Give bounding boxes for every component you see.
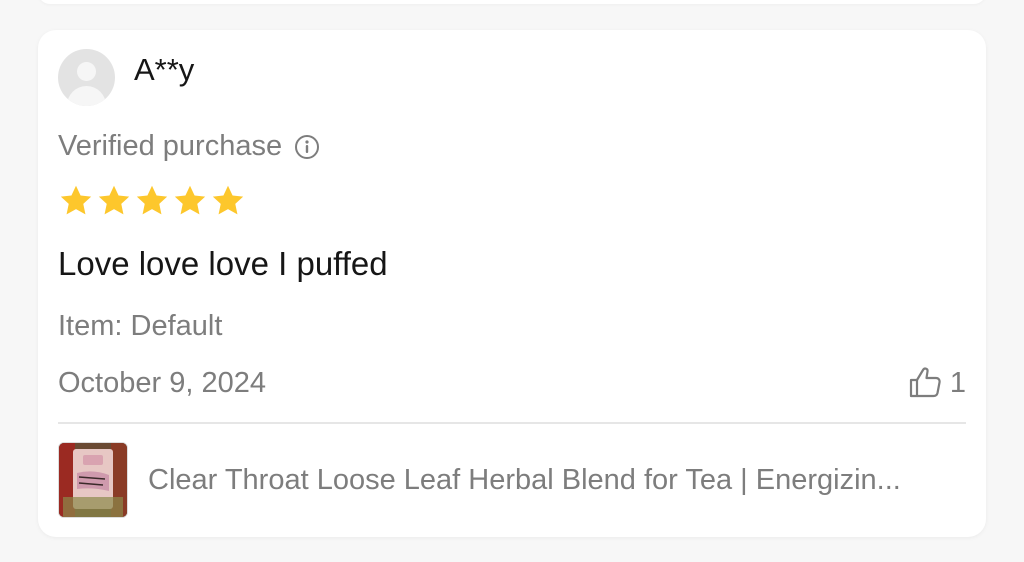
review-card: A**y Verified purchase Love love love I … xyxy=(38,30,986,537)
verified-purchase: Verified purchase xyxy=(58,128,320,164)
star-icon xyxy=(96,183,132,219)
star-icon xyxy=(210,183,246,219)
star-icon xyxy=(58,183,94,219)
avatar-head-shape xyxy=(77,62,96,81)
info-icon[interactable] xyxy=(294,133,320,159)
like-count: 1 xyxy=(949,367,966,399)
verified-purchase-label: Verified purchase xyxy=(58,130,283,162)
product-link[interactable]: Clear Throat Loose Leaf Herbal Blend for… xyxy=(58,442,966,518)
product-title[interactable]: Clear Throat Loose Leaf Herbal Blend for… xyxy=(148,462,966,498)
review-text: Love love love I puffed xyxy=(58,245,388,282)
item-variant: Item: Default xyxy=(58,310,223,342)
avatar[interactable] xyxy=(58,49,115,106)
thumbs-up-icon[interactable] xyxy=(906,364,944,402)
star-icon xyxy=(134,183,170,219)
like-button[interactable]: 1 xyxy=(906,364,966,402)
reviewer-name: A**y xyxy=(134,52,195,87)
star-icon xyxy=(172,183,208,219)
divider xyxy=(58,422,966,424)
product-thumbnail[interactable] xyxy=(58,442,128,518)
review-date: October 9, 2024 xyxy=(58,367,266,399)
avatar-body-shape xyxy=(67,86,106,106)
star-rating xyxy=(58,183,246,219)
previous-review-card xyxy=(38,0,986,4)
